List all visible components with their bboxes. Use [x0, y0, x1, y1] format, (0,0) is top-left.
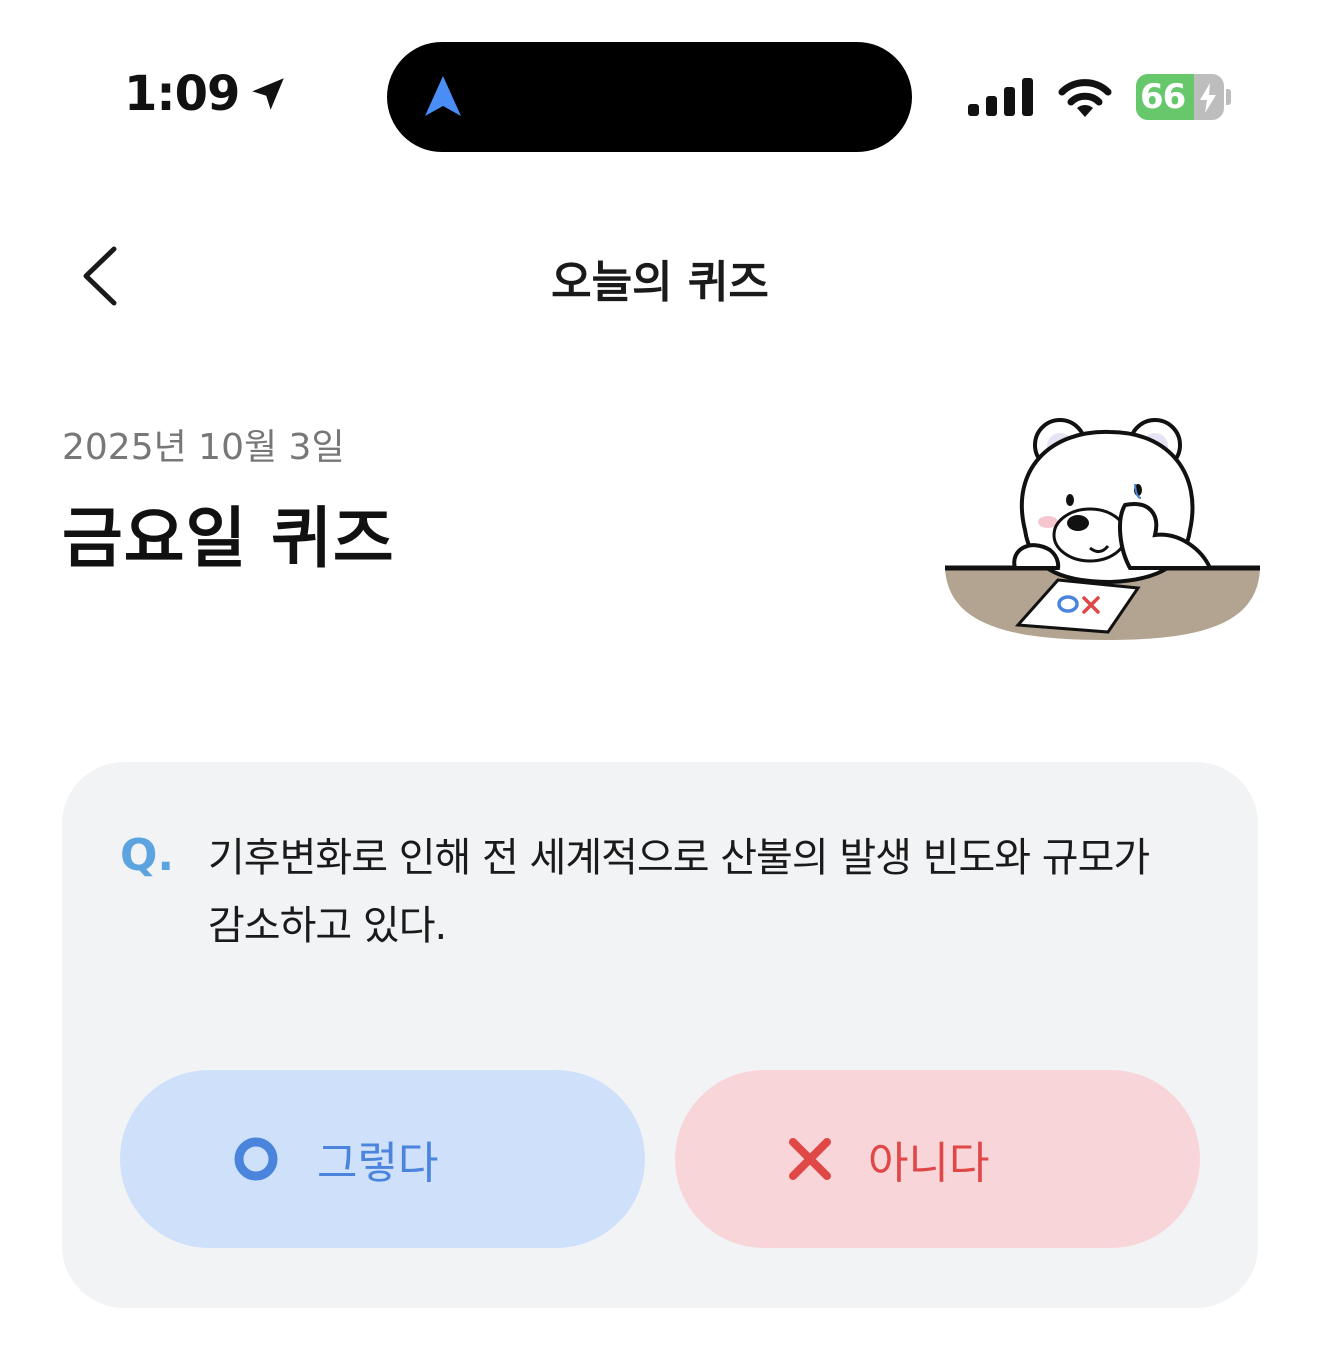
question-marker: Q. [120, 830, 175, 881]
charging-bolt-icon [1200, 83, 1216, 113]
navigation-arrow-icon [425, 76, 461, 116]
question-text: 기후변화로 인해 전 세계적으로 산불의 발생 빈도와 규모가 감소하고 있다. [208, 835, 1150, 949]
bear-mascot-illustration [945, 418, 1260, 640]
x-icon [789, 1138, 831, 1180]
nav-title: 오늘의 퀴즈 [551, 257, 769, 308]
page-title: 금요일 퀴즈 [62, 500, 395, 577]
battery-level: 66 [1140, 77, 1186, 117]
status-time: 1:09 [124, 66, 289, 122]
quiz-date: 2025년 10월 3일 [62, 427, 345, 468]
quiz-card: Q. 기후변화로 인해 전 세계적으로 산불의 발생 빈도와 규모가 감소하고 … [62, 762, 1258, 1308]
battery-cap [1226, 89, 1231, 105]
cellular-signal-icon [968, 78, 1033, 116]
answer-yes-button[interactable]: 그렇다 [120, 1070, 645, 1248]
location-arrow-icon [252, 78, 285, 110]
circle-o-icon [234, 1137, 278, 1181]
answer-yes-label: 그렇다 [317, 1138, 439, 1189]
answer-no-button[interactable]: 아니다 [675, 1070, 1200, 1248]
time-text: 1:09 [124, 66, 240, 122]
battery-icon: 66 [1136, 74, 1224, 120]
wifi-icon [1058, 79, 1112, 117]
answer-no-label: 아니다 [868, 1138, 990, 1189]
dynamic-island [387, 42, 912, 152]
